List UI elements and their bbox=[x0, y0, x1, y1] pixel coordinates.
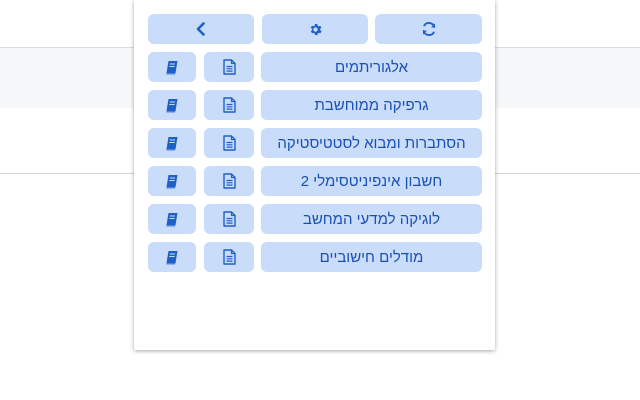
document-icon bbox=[222, 97, 236, 113]
chevron-left-icon bbox=[196, 22, 205, 36]
course-button[interactable]: אלגוריתמים bbox=[261, 52, 482, 82]
course-book-button[interactable] bbox=[148, 128, 196, 158]
course-name: חשבון אינפיניטסימלי 2 bbox=[300, 172, 443, 190]
course-book-button[interactable] bbox=[148, 52, 196, 82]
refresh-icon bbox=[422, 22, 435, 36]
course-book-button[interactable] bbox=[148, 242, 196, 272]
course-document-button[interactable] bbox=[204, 166, 254, 196]
course-button[interactable]: הסתברות ומבוא לסטטיסטיקה bbox=[261, 128, 482, 158]
book-icon bbox=[166, 136, 178, 150]
gear-icon bbox=[310, 23, 322, 35]
course-name: אלגוריתמים bbox=[334, 58, 409, 76]
book-icon bbox=[166, 98, 178, 112]
course-button[interactable]: לוגיקה למדעי המחשב bbox=[261, 204, 482, 234]
course-document-button[interactable] bbox=[204, 90, 254, 120]
course-document-button[interactable] bbox=[204, 52, 254, 82]
course-document-button[interactable] bbox=[204, 128, 254, 158]
book-icon bbox=[166, 212, 178, 226]
book-icon bbox=[166, 60, 178, 74]
settings-button[interactable] bbox=[262, 14, 368, 44]
course-name: גרפיקה ממוחשבת bbox=[314, 96, 429, 114]
course-name: הסתברות ומבוא לסטטיסטיקה bbox=[277, 134, 466, 152]
course-document-button[interactable] bbox=[204, 204, 254, 234]
refresh-button[interactable] bbox=[375, 14, 482, 44]
course-button[interactable]: חשבון אינפיניטסימלי 2 bbox=[261, 166, 482, 196]
document-icon bbox=[222, 249, 236, 265]
document-icon bbox=[222, 135, 236, 151]
book-icon bbox=[166, 174, 178, 188]
course-book-button[interactable] bbox=[148, 204, 196, 234]
document-icon bbox=[222, 211, 236, 227]
course-book-button[interactable] bbox=[148, 166, 196, 196]
course-name: לוגיקה למדעי המחשב bbox=[302, 210, 441, 228]
extension-popup: אלגוריתמים גרפיקה ממוחשבת הסתברות ומבוא … bbox=[134, 0, 495, 350]
document-icon bbox=[222, 59, 236, 75]
course-button[interactable]: גרפיקה ממוחשבת bbox=[261, 90, 482, 120]
course-book-button[interactable] bbox=[148, 90, 196, 120]
back-button[interactable] bbox=[148, 14, 254, 44]
course-document-button[interactable] bbox=[204, 242, 254, 272]
book-icon bbox=[166, 250, 178, 264]
course-button[interactable]: מודלים חישוביים bbox=[261, 242, 482, 272]
course-name: מודלים חישוביים bbox=[319, 248, 424, 266]
document-icon bbox=[222, 173, 236, 189]
